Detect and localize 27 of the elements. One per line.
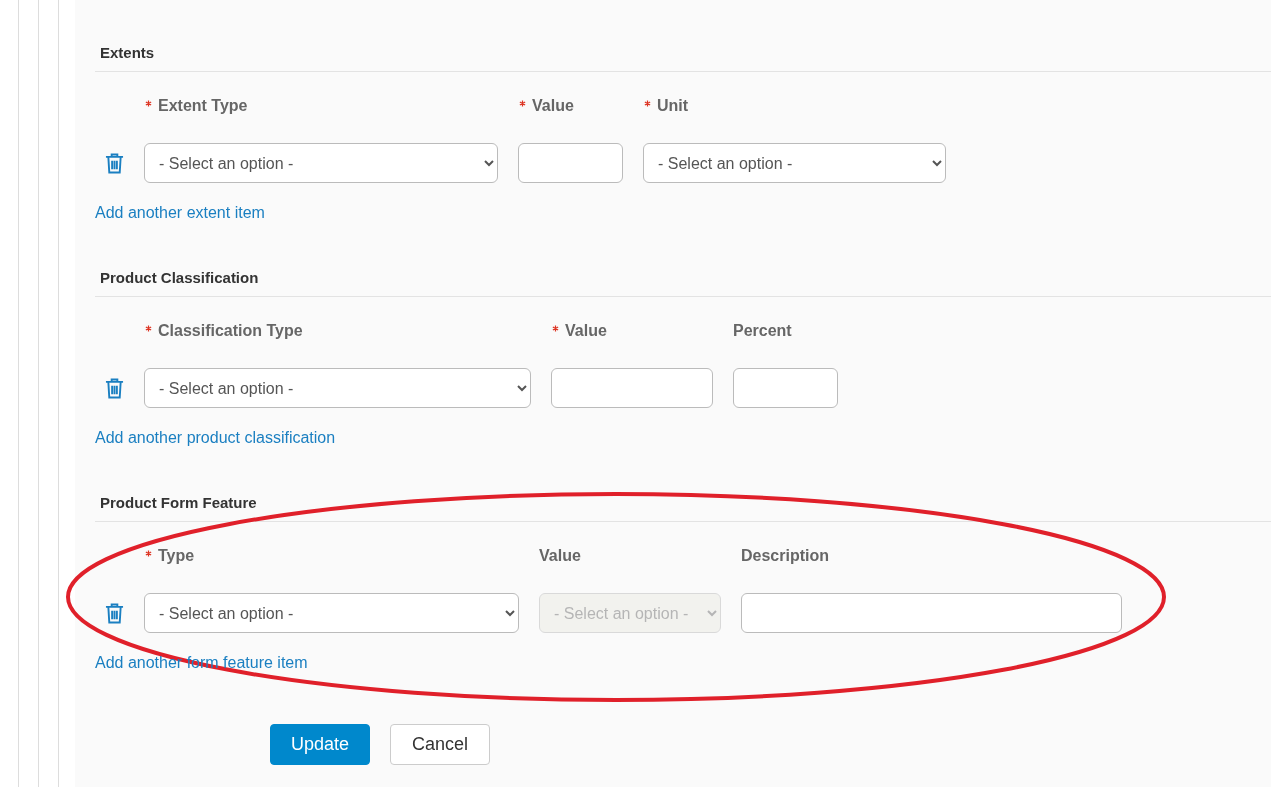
field-label: Description [741,547,829,564]
add-item-link[interactable]: Add another product classification [95,429,336,446]
section-title: Product Form Feature [95,493,1271,522]
field-label: Unit [657,97,689,114]
field-label: Classification Type [158,322,303,339]
field-label: Percent [733,322,792,339]
trash-icon[interactable] [105,152,124,174]
cancel-button[interactable]: Cancel [390,724,490,765]
section-title: Product Classification [95,268,1271,297]
select-field[interactable]: - Select an option - [144,143,498,183]
section-title: Extents [95,43,1271,72]
input-field[interactable] [551,368,713,408]
field-label: Value [539,547,581,564]
input-field[interactable] [518,143,623,183]
select-field[interactable]: - Select an option - [144,368,531,408]
field-label: Extent Type [158,97,248,114]
field-label: Type [158,547,195,564]
field-label: Value [565,322,607,339]
trash-icon[interactable] [105,602,124,624]
trash-icon[interactable] [105,377,124,399]
input-field[interactable] [741,593,1122,633]
select-field[interactable]: - Select an option - [643,143,946,183]
field-label: Value [532,97,574,114]
select-field[interactable]: - Select an option - [144,593,519,633]
add-item-link[interactable]: Add another extent item [95,204,265,221]
input-field[interactable] [733,368,838,408]
update-button[interactable]: Update [270,724,370,765]
